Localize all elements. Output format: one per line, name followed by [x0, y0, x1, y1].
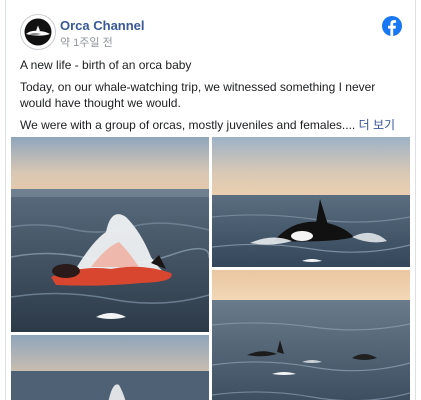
page-name-link[interactable]: Orca Channel [60, 18, 145, 33]
facebook-icon[interactable] [382, 16, 402, 36]
photo-grid [11, 137, 410, 400]
post-paragraph-1: Today, on our whale-watching trip, we wi… [20, 80, 376, 110]
photo-orca-birth-splash[interactable] [11, 137, 209, 332]
post-paragraph-2-text: We were with a group of orcas, mostly ju… [20, 118, 356, 132]
orca-logo-icon [22, 16, 54, 48]
post-card: Orca Channel 약 1주일 전 A new life - birth … [5, 0, 416, 400]
post-header: Orca Channel 약 1주일 전 [6, 0, 415, 52]
photo-orca-surfacing[interactable] [212, 137, 410, 267]
photo-orca-splash-partial[interactable] [11, 335, 209, 400]
post-paragraph-2: We were with a group of orcas, mostly ju… [20, 117, 401, 133]
post-title-line: A new life - birth of an orca baby [20, 58, 192, 72]
post-body: A new life - birth of an orca baby Today… [6, 52, 415, 133]
post-timestamp[interactable]: 약 1주일 전 [60, 34, 113, 50]
page-avatar[interactable] [20, 14, 56, 50]
photo-orca-pod-distance[interactable] [212, 270, 410, 400]
see-more-link[interactable]: 더 보기 [359, 118, 395, 132]
